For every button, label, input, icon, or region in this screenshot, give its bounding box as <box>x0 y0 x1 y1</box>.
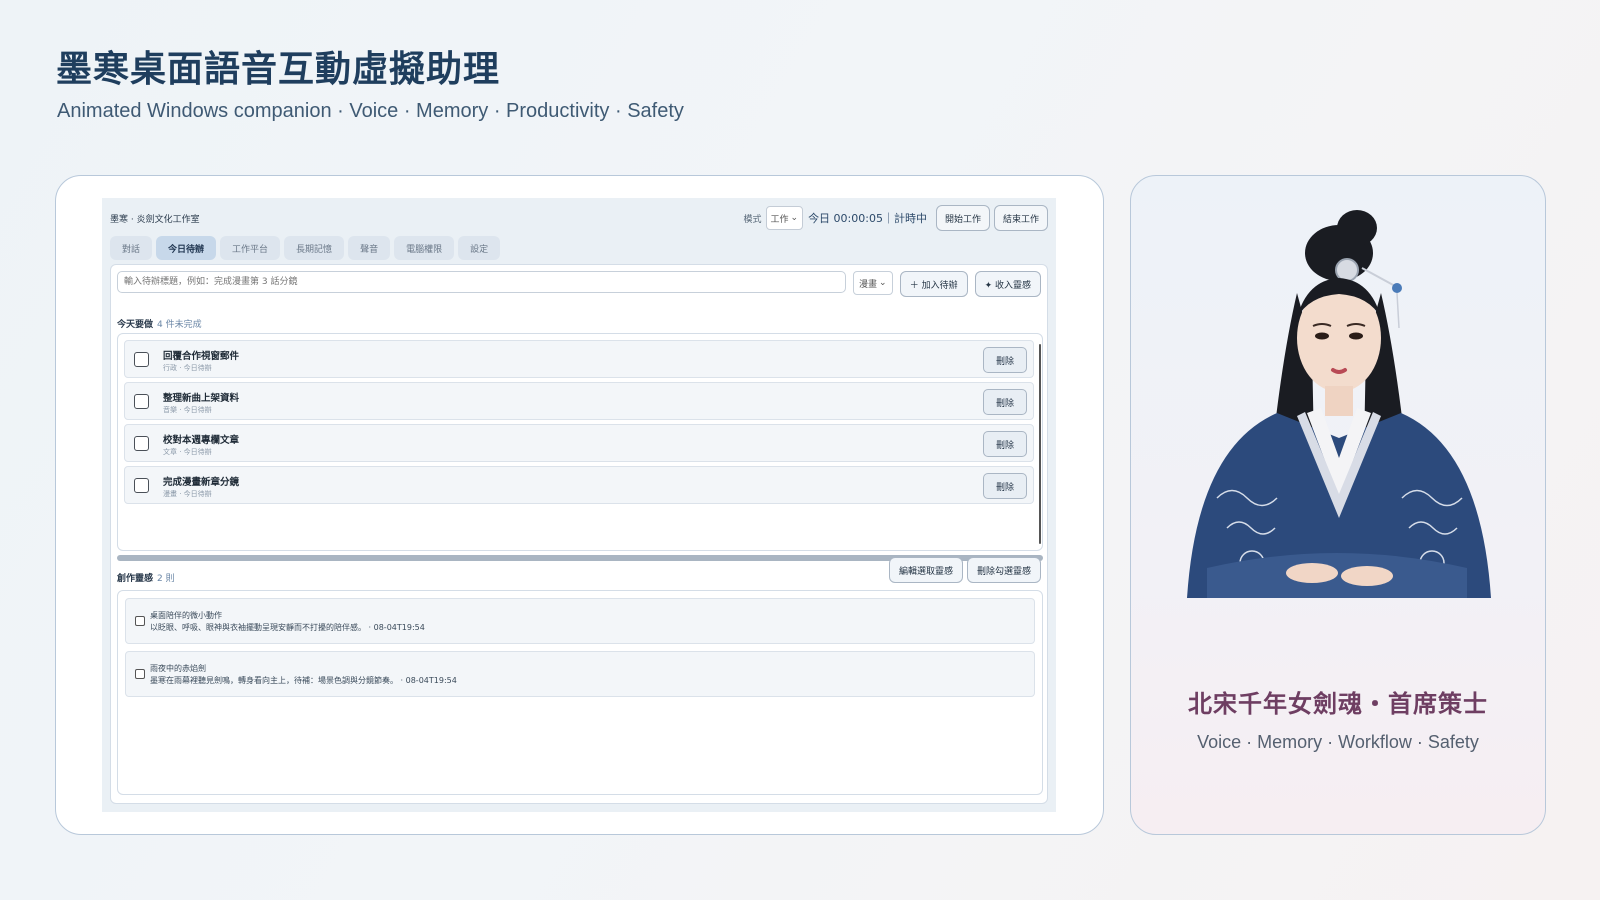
page-title: 墨寒桌面語音互動虛擬助理 <box>56 49 501 90</box>
character-card: 北宋千年女劍魂・首席策士 Voice · Memory · Workflow ·… <box>1130 175 1546 835</box>
inspiration-checkbox[interactable] <box>135 669 145 679</box>
start-work-button[interactable]: 開始工作 <box>935 205 990 231</box>
todo-scrollbar[interactable] <box>1039 344 1041 544</box>
character-subtitle: Voice · Memory · Workflow · Safety <box>1197 732 1479 752</box>
inspiration-item: 雨夜中的赤焰劍 墨寒在雨幕裡聽見劍鳴，轉身看向主上，待補：場景色調與分鏡節奏。 … <box>125 651 1035 697</box>
tab-bar: 對話 今日待辦 工作平台 長期記憶 聲音 電腦權限 設定 <box>110 236 501 260</box>
todo-list: 回覆合作視窗郵件 行政 · 今日待辦 刪除 整理新曲上架資料 音樂 · 今日待辦… <box>117 333 1043 551</box>
inspiration-title: 雨夜中的赤焰劍 <box>150 664 206 673</box>
tab-settings[interactable]: 設定 <box>458 236 501 260</box>
inspiration-section-heading: 創作靈感 2 則 <box>117 571 175 584</box>
tab-computer-permissions[interactable]: 電腦權限 <box>394 236 455 260</box>
delete-todo-button[interactable]: 刪除 <box>983 473 1027 499</box>
inspiration-heading: 創作靈感 <box>117 574 154 584</box>
todo-item: 校對本週專欄文章 文章 · 今日待辦 刪除 <box>124 424 1034 462</box>
todo-title: 回覆合作視窗郵件 <box>163 351 240 362</box>
tab-today-todo[interactable]: 今日待辦 <box>156 236 217 260</box>
inspiration-list: 桌面陪伴的微小動作 以眨眼、呼吸、眼神與衣袖擺動呈現安靜而不打擾的陪伴感。 · … <box>117 590 1043 795</box>
todo-checkbox[interactable] <box>134 436 149 451</box>
todo-title-input[interactable] <box>117 271 846 293</box>
todo-checkbox[interactable] <box>134 394 149 409</box>
inspiration-title: 桌面陪伴的微小動作 <box>150 611 222 620</box>
todo-meta: 文章 · 今日待辦 <box>163 448 212 456</box>
tab-voice[interactable]: 聲音 <box>348 236 391 260</box>
add-todo-row: 漫畫 ⌄ ＋ 加入待辦 ✦ 收入靈感 <box>117 271 1041 297</box>
category-value: 漫畫 <box>858 279 877 290</box>
todo-item: 完成漫畫新章分鏡 漫畫 · 今日待辦 刪除 <box>124 466 1034 504</box>
delete-todo-button[interactable]: 刪除 <box>983 347 1027 373</box>
inspiration-desc: 以眨眼、呼吸、眼神與衣袖擺動呈現安靜而不打擾的陪伴感。 · 08-04T19:5… <box>150 623 425 632</box>
chevron-down-icon: ⌄ <box>878 278 887 288</box>
inspiration-desc: 墨寒在雨幕裡聽見劍鳴，轉身看向主上，待補：場景色調與分鏡節奏。 · 08-04T… <box>150 676 457 685</box>
inspiration-checkbox[interactable] <box>135 616 145 626</box>
edit-inspiration-button[interactable]: 編輯選取靈感 <box>888 557 963 583</box>
character-title: 北宋千年女劍魂・首席策士 <box>1188 690 1488 718</box>
delete-todo-button[interactable]: 刪除 <box>983 389 1027 415</box>
todo-item: 整理新曲上架資料 音樂 · 今日待辦 刪除 <box>124 382 1034 420</box>
mode-label: 模式 <box>743 214 762 225</box>
add-todo-button[interactable]: ＋ 加入待辦 <box>899 271 968 297</box>
todo-checkbox[interactable] <box>134 352 149 367</box>
chevron-down-icon: ⌄ <box>790 213 799 223</box>
save-inspiration-button[interactable]: ✦ 收入靈感 <box>974 271 1041 297</box>
todo-title: 完成漫畫新章分鏡 <box>163 477 240 488</box>
tab-chat[interactable]: 對話 <box>110 236 153 260</box>
app-window: 墨寒 · 炎劍文化工作室 模式 工作 ⌄ 今日 00:00:05｜計時中 開始工… <box>102 198 1056 812</box>
tab-work-platform[interactable]: 工作平台 <box>220 236 281 260</box>
todo-meta: 漫畫 · 今日待辦 <box>163 490 212 498</box>
delete-inspiration-button[interactable]: 刪除勾選靈感 <box>966 557 1041 583</box>
app-header: 墨寒 · 炎劍文化工作室 模式 工作 ⌄ 今日 00:00:05｜計時中 開始工… <box>110 205 1048 231</box>
studio-name: 墨寒 · 炎劍文化工作室 <box>110 214 200 225</box>
todo-meta: 音樂 · 今日待辦 <box>163 406 212 414</box>
inspiration-count: 2 則 <box>157 574 175 584</box>
today-heading: 今天要做 <box>117 320 154 330</box>
inspiration-item: 桌面陪伴的微小動作 以眨眼、呼吸、眼神與衣袖擺動呈現安靜而不打擾的陪伴感。 · … <box>125 598 1035 644</box>
character-portrait <box>1187 210 1491 598</box>
mode-value: 工作 <box>770 214 789 225</box>
today-count: 4 件未完成 <box>157 320 202 330</box>
todo-panel: 漫畫 ⌄ ＋ 加入待辦 ✦ 收入靈感 今天要做4 件未完成 回覆合作視窗郵件 行… <box>110 264 1048 804</box>
end-work-button[interactable]: 結束工作 <box>993 205 1048 231</box>
tab-long-term-memory[interactable]: 長期記憶 <box>284 236 345 260</box>
todo-item: 回覆合作視窗郵件 行政 · 今日待辦 刪除 <box>124 340 1034 378</box>
category-select[interactable]: 漫畫 ⌄ <box>852 271 893 295</box>
delete-todo-button[interactable]: 刪除 <box>983 431 1027 457</box>
todo-meta: 行政 · 今日待辦 <box>163 364 212 372</box>
work-timer: 今日 00:00:05｜計時中 <box>808 212 927 225</box>
app-preview-card: 墨寒 · 炎劍文化工作室 模式 工作 ⌄ 今日 00:00:05｜計時中 開始工… <box>55 175 1104 835</box>
todo-title: 校對本週專欄文章 <box>163 435 240 446</box>
mode-select[interactable]: 工作 ⌄ <box>765 206 804 230</box>
today-section-heading: 今天要做 4 件未完成 <box>117 317 202 330</box>
todo-checkbox[interactable] <box>134 478 149 493</box>
inspiration-actions: 編輯選取靈感 刪除勾選靈感 <box>888 557 1041 583</box>
todo-title: 整理新曲上架資料 <box>163 393 240 404</box>
page-subtitle: Animated Windows companion · Voice · Mem… <box>57 100 684 122</box>
